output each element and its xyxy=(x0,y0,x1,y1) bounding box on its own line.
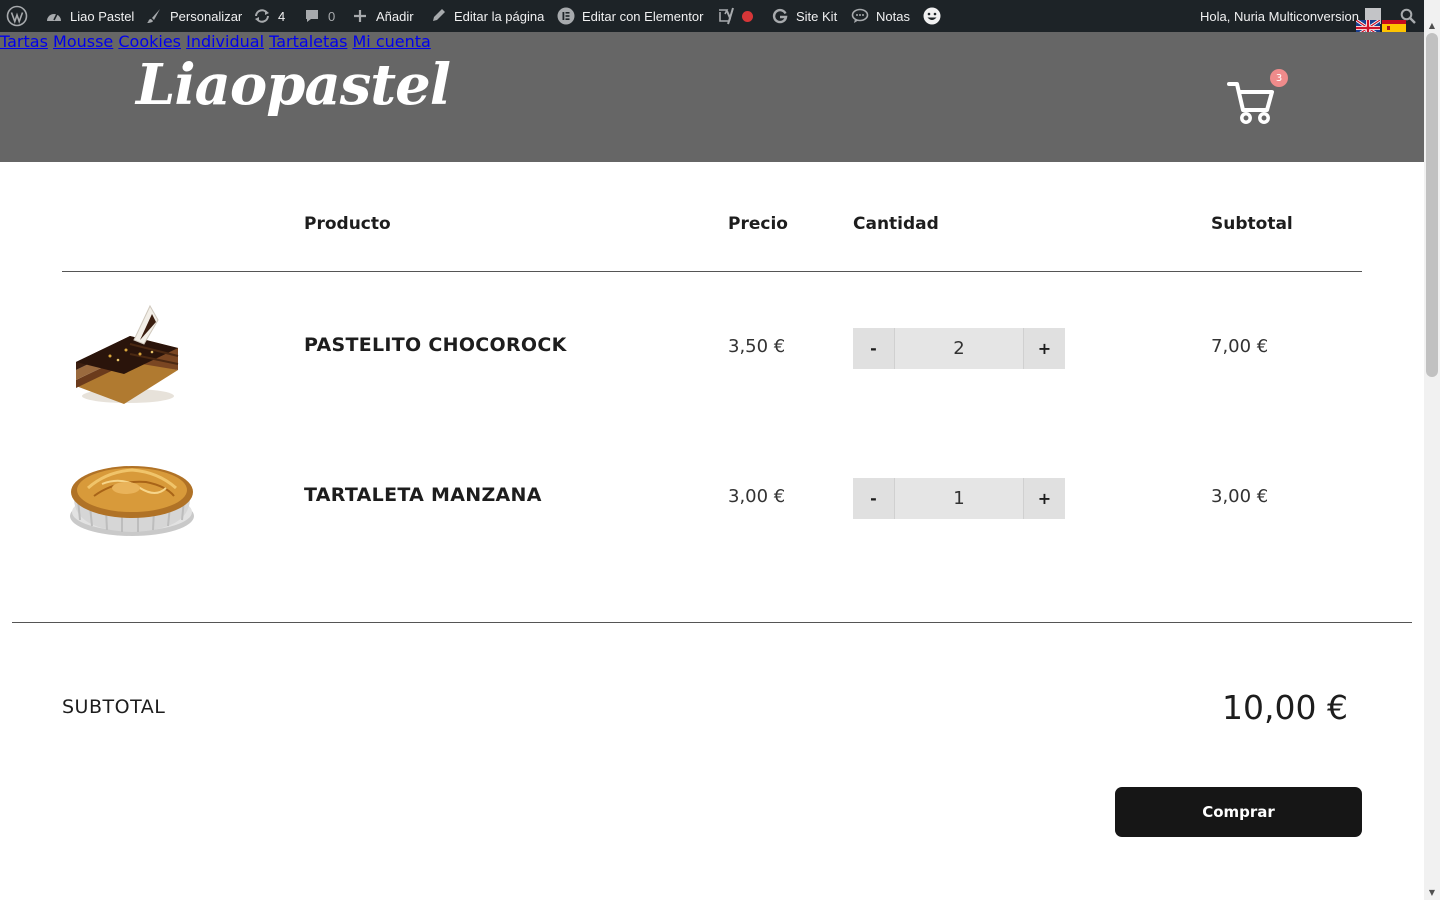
line-subtotal: 7,00 € xyxy=(1211,336,1269,357)
comment-bubble-icon xyxy=(302,0,322,32)
notes-link[interactable]: Notas xyxy=(850,0,910,32)
site-logo[interactable]: Liaopastel xyxy=(136,52,451,118)
product-name[interactable]: TARTALETA MANZANA xyxy=(304,484,542,506)
buy-button[interactable]: Comprar xyxy=(1115,787,1362,837)
add-new-label: Añadir xyxy=(376,8,414,24)
quantity-increase-button[interactable]: + xyxy=(1023,478,1065,519)
edit-page-link[interactable]: Editar la página xyxy=(428,0,544,32)
main-nav: Tartas Mousse Cookies Individual Tartale… xyxy=(0,32,1424,51)
shopping-cart-icon xyxy=(1227,82,1274,124)
product-price: 3,00 € xyxy=(728,486,786,507)
page-scrollbar[interactable]: ▲ ▼ xyxy=(1424,0,1440,900)
seo-status-dot xyxy=(742,10,753,22)
plus-icon xyxy=(350,0,370,32)
quantity-decrease-button[interactable]: - xyxy=(853,328,895,369)
comments-count: 0 xyxy=(328,8,336,24)
scrollbar-thumb[interactable] xyxy=(1426,33,1438,377)
nav-item-cookies[interactable]: Cookies xyxy=(118,32,181,51)
paintbrush-icon xyxy=(144,0,164,32)
dashboard-gauge-icon xyxy=(44,0,64,32)
cart-button[interactable] xyxy=(1226,78,1276,126)
quantity-input[interactable] xyxy=(895,328,1023,369)
quantity-input[interactable] xyxy=(895,478,1023,519)
nav-item-individual[interactable]: Individual xyxy=(186,32,264,51)
smiley-link[interactable] xyxy=(922,0,942,32)
site-kit-link[interactable]: Site Kit xyxy=(770,0,837,32)
site-kit-label: Site Kit xyxy=(796,8,838,24)
quantity-stepper: - + xyxy=(853,478,1065,519)
wordpress-logo-icon[interactable] xyxy=(6,0,28,32)
notes-label: Notas xyxy=(876,8,910,24)
col-header-quantity: Cantidad xyxy=(853,214,939,234)
pencil-icon xyxy=(428,0,448,32)
account-greeting[interactable]: Hola, Nuria Multiconversion xyxy=(1200,0,1381,32)
col-header-price: Precio xyxy=(728,214,788,234)
quantity-increase-button[interactable]: + xyxy=(1023,328,1065,369)
edit-page-label: Editar la página xyxy=(454,8,545,24)
google-g-icon xyxy=(770,0,790,32)
product-image-apple-tart[interactable] xyxy=(66,454,198,544)
nav-item-mi-cuenta[interactable]: Mi cuenta xyxy=(353,32,431,51)
customize-label: Personalizar xyxy=(170,8,243,24)
product-image-chocolate-cake[interactable] xyxy=(70,300,190,410)
col-header-subtotal: Subtotal xyxy=(1211,214,1293,234)
updates-link[interactable]: 4 xyxy=(252,0,285,32)
scroll-up-arrow-icon[interactable]: ▲ xyxy=(1424,17,1440,33)
quantity-decrease-button[interactable]: - xyxy=(853,478,895,519)
totals-divider xyxy=(12,622,1412,623)
cart-subtotal-label: SUBTOTAL xyxy=(62,696,166,718)
add-new-link[interactable]: Añadir xyxy=(350,0,414,32)
cart-subtotal-value: 10,00 € xyxy=(1222,688,1348,727)
customize-link[interactable]: Personalizar xyxy=(144,0,242,32)
edit-elementor-label: Editar con Elementor xyxy=(582,8,704,24)
site-header: Liaopastel Tartas Mousse Cookies Individ… xyxy=(0,32,1424,162)
yoast-icon xyxy=(716,0,736,32)
scroll-down-arrow-icon[interactable]: ▼ xyxy=(1424,884,1440,900)
nav-item-tartaletas[interactable]: Tartaletas xyxy=(269,32,347,51)
site-name-link[interactable]: Liao Pastel xyxy=(44,0,134,32)
elementor-icon xyxy=(556,0,576,32)
refresh-icon xyxy=(252,0,272,32)
col-header-product: Producto xyxy=(304,214,391,234)
edit-elementor-link[interactable]: Editar con Elementor xyxy=(556,0,703,32)
greeting-label: Hola, Nuria Multiconversion xyxy=(1200,8,1359,24)
comments-link[interactable]: 0 xyxy=(302,0,335,32)
product-name[interactable]: PASTELITO CHOCOROCK xyxy=(304,334,567,356)
line-subtotal: 3,00 € xyxy=(1211,486,1269,507)
table-divider xyxy=(62,271,1362,272)
nav-item-tartas[interactable]: Tartas xyxy=(0,32,48,51)
smiley-icon xyxy=(922,0,942,32)
product-price: 3,50 € xyxy=(728,336,786,357)
speech-bubble-icon xyxy=(850,0,870,32)
nav-item-mousse[interactable]: Mousse xyxy=(53,32,113,51)
updates-count: 4 xyxy=(278,8,286,24)
admin-bar: Liao Pastel Personalizar 4 0 Añadir Edit… xyxy=(0,0,1440,36)
quantity-stepper: - + xyxy=(853,328,1065,369)
cart-count-badge: 3 xyxy=(1270,69,1288,87)
site-name-label: Liao Pastel xyxy=(70,8,135,24)
yoast-seo-link[interactable] xyxy=(716,0,753,32)
